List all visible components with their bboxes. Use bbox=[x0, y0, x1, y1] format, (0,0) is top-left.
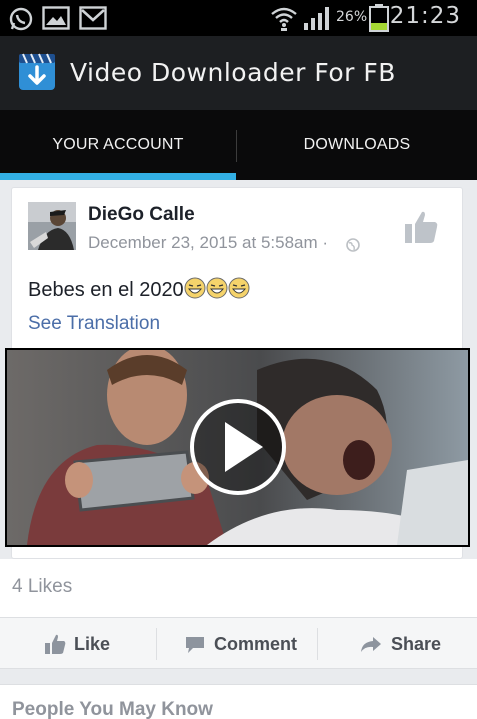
share-icon bbox=[361, 637, 381, 652]
post-message: Bebes en el 2020 bbox=[28, 279, 184, 301]
tab-selected-indicator bbox=[0, 173, 236, 180]
tab-your-account[interactable]: YOUR ACCOUNT bbox=[0, 110, 236, 180]
post-text: Bebes en el 2020 bbox=[28, 277, 250, 305]
like-button[interactable]: Like bbox=[44, 618, 110, 670]
app-logo-icon bbox=[19, 53, 55, 90]
tab-downloads[interactable]: DOWNLOADS bbox=[237, 110, 477, 180]
play-button-icon bbox=[190, 399, 286, 495]
date-separator: · bbox=[322, 233, 329, 252]
battery-percent: 26% bbox=[336, 9, 368, 25]
comment-button[interactable]: Comment bbox=[184, 618, 297, 670]
share-button[interactable]: Share bbox=[359, 618, 441, 670]
post-author[interactable]: DieGo Calle bbox=[88, 204, 195, 226]
see-translation-link[interactable]: See Translation bbox=[28, 313, 160, 335]
gallery-icon bbox=[42, 6, 70, 30]
like-thumb-icon[interactable] bbox=[402, 208, 440, 246]
laughing-emoji-icon bbox=[206, 277, 228, 299]
share-label: Share bbox=[391, 633, 442, 654]
likes-count[interactable]: 4 Likes bbox=[12, 576, 72, 598]
laughing-emoji-icons bbox=[184, 277, 250, 305]
comment-label: Comment bbox=[214, 633, 298, 654]
battery-icon bbox=[369, 4, 389, 32]
like-icon bbox=[45, 634, 66, 654]
video-thumbnail bbox=[7, 350, 468, 545]
post-date: December 23, 2015 at 5:58am bbox=[88, 233, 318, 252]
action-divider bbox=[317, 628, 318, 660]
comment-icon bbox=[186, 637, 204, 653]
people-you-may-know-title: People You May Know bbox=[12, 699, 213, 719]
post-actions-bar: Like Comment Share bbox=[0, 617, 477, 669]
action-divider bbox=[156, 628, 157, 660]
like-label: Like bbox=[74, 633, 111, 654]
people-you-may-know-section: People You May Know bbox=[0, 684, 477, 719]
gmail-icon bbox=[79, 6, 107, 30]
laughing-emoji-icon bbox=[184, 277, 206, 299]
signal-icon bbox=[304, 7, 329, 30]
status-bar: 26% 21:23 bbox=[0, 0, 477, 36]
tab-bar: YOUR ACCOUNT DOWNLOADS bbox=[0, 110, 477, 180]
clock: 21:23 bbox=[389, 3, 461, 29]
whatsapp-icon bbox=[9, 7, 33, 31]
action-bar: Video Downloader For FB bbox=[0, 36, 477, 110]
avatar-image bbox=[28, 202, 76, 250]
globe-icon bbox=[346, 238, 360, 252]
laughing-emoji-icon bbox=[228, 277, 250, 299]
app-title: Video Downloader For FB bbox=[70, 58, 396, 87]
video-player[interactable] bbox=[5, 348, 470, 547]
wifi-icon bbox=[271, 7, 297, 31]
post-timestamp[interactable]: December 23, 2015 at 5:58am · bbox=[88, 233, 328, 253]
avatar[interactable] bbox=[28, 202, 76, 250]
feed[interactable]: DieGo Calle December 23, 2015 at 5:58am … bbox=[0, 180, 477, 719]
